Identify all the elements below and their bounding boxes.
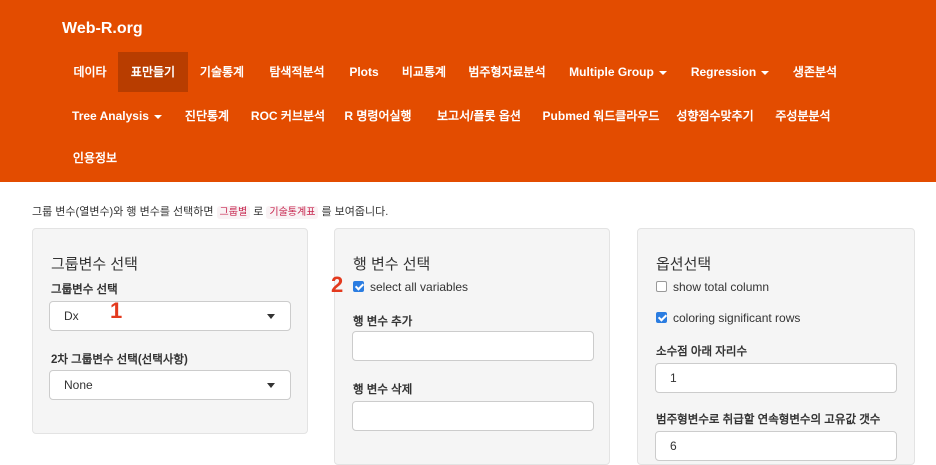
second-group-label: 2차 그룹변수 선택(선택사항): [51, 354, 188, 366]
coloring-rows-checkbox[interactable]: coloring significant rows: [656, 312, 800, 326]
checkbox-unchecked-icon[interactable]: [656, 281, 667, 292]
add-row-variable-label: 행 변수 추가: [353, 316, 413, 328]
intro-after: 를 보여줍니다.: [321, 206, 389, 218]
brand-logo[interactable]: Web-R.org: [62, 20, 143, 38]
nav-item-survival[interactable]: 생존분석: [780, 52, 850, 92]
nav-label: Regression: [690, 65, 757, 79]
annotation-number-2: 2: [331, 272, 344, 297]
caret-down-icon: [761, 70, 770, 75]
nav-item-pca[interactable]: 주성분분석: [764, 96, 842, 136]
nav-item-descriptive[interactable]: 기술통계: [188, 52, 256, 92]
option-panel: 옵션선택 show total column coloring signific…: [637, 228, 915, 465]
decimal-places-input[interactable]: 1: [655, 363, 897, 393]
unique-values-label: 범주형변수로 취급할 연속형변수의 고유값 갯수: [656, 414, 881, 426]
group-variable-select[interactable]: Dx: [49, 301, 291, 331]
nav-item-citation[interactable]: 인용정보: [62, 138, 128, 178]
intro-text: 그룹 변수(열변수)와 행 변수를 선택하면 그룹별 로 기술통계표 를 보여줍…: [32, 203, 388, 219]
nav-item-categorical[interactable]: 범주형자료분석: [458, 52, 556, 92]
nav-label: Multiple Group: [569, 65, 654, 79]
nav-item-data[interactable]: 데이타: [62, 52, 118, 92]
nav-item-plots[interactable]: Plots: [338, 52, 390, 92]
dropdown-arrow-icon: [267, 314, 275, 319]
total-column-checkbox[interactable]: show total column: [656, 281, 769, 295]
nav-item-roc[interactable]: ROC 커브분석: [242, 96, 334, 136]
select-value: None: [64, 378, 93, 392]
caret-down-icon: [658, 70, 667, 75]
remove-row-variable-label: 행 변수 삭제: [353, 384, 413, 396]
nav-item-regression[interactable]: Regression: [680, 52, 780, 92]
nav-item-propensity[interactable]: 성향점수맞추기: [666, 96, 764, 136]
nav-item-diagnostic[interactable]: 진단통계: [172, 96, 242, 136]
group-variable-panel: 그룹변수 선택 그룹변수 선택 Dx 2차 그룹변수 선택(선택사항) None: [32, 228, 308, 434]
panel-title: 그룹변수 선택: [51, 256, 138, 273]
nav-item-exploratory[interactable]: 탐색적분석: [256, 52, 338, 92]
panel-title: 옵션선택: [656, 256, 712, 273]
nav-label: Tree Analysis: [72, 109, 149, 123]
nav-item-r-command[interactable]: R 명령어실행: [334, 96, 422, 136]
caret-down-icon: [153, 114, 162, 119]
intro-middle: 로: [253, 206, 264, 218]
select-value: Dx: [64, 309, 79, 323]
checkbox-checked-icon[interactable]: [353, 281, 364, 292]
row-variable-panel: 행 변수 선택 select all variables 행 변수 추가 행 변…: [334, 228, 610, 465]
nav-item-pubmed-wordcloud[interactable]: Pubmed 워드클라우드: [536, 96, 666, 136]
nav-item-tree-analysis[interactable]: Tree Analysis: [62, 96, 172, 136]
nav-item-report-options[interactable]: 보고서/플롯 옵션: [422, 96, 536, 136]
checkbox-label: show total column: [673, 280, 770, 294]
remove-row-variable-input[interactable]: [352, 401, 594, 431]
intro-before: 그룹 변수(열변수)와 행 변수를 선택하면: [32, 206, 214, 218]
add-row-variable-input[interactable]: [352, 331, 594, 361]
decimal-places-label: 소수점 아래 자리수: [656, 346, 748, 358]
checkbox-checked-icon[interactable]: [656, 312, 667, 323]
second-group-select[interactable]: None: [49, 370, 291, 400]
nav-item-table[interactable]: 표만들기: [118, 52, 188, 92]
panel-title: 행 변수 선택: [353, 256, 431, 273]
nav-item-multiple-group[interactable]: Multiple Group: [556, 52, 680, 92]
intro-code-table: 기술통계표: [266, 206, 319, 219]
group-variable-label: 그룹변수 선택: [51, 284, 118, 296]
checkbox-label: select all variables: [370, 280, 469, 294]
annotation-number-1: 1: [110, 298, 123, 323]
checkbox-label: coloring significant rows: [673, 311, 801, 325]
unique-values-input[interactable]: 6: [655, 431, 897, 461]
select-all-checkbox[interactable]: select all variables: [353, 281, 468, 295]
intro-code-group: 그룹별: [216, 206, 251, 219]
nav-item-comparison[interactable]: 비교통계: [390, 52, 458, 92]
top-navbar: Web-R.org 데이타 표만들기 기술통계 탐색적분석 Plots 비교통계…: [0, 0, 936, 182]
dropdown-arrow-icon: [267, 383, 275, 388]
